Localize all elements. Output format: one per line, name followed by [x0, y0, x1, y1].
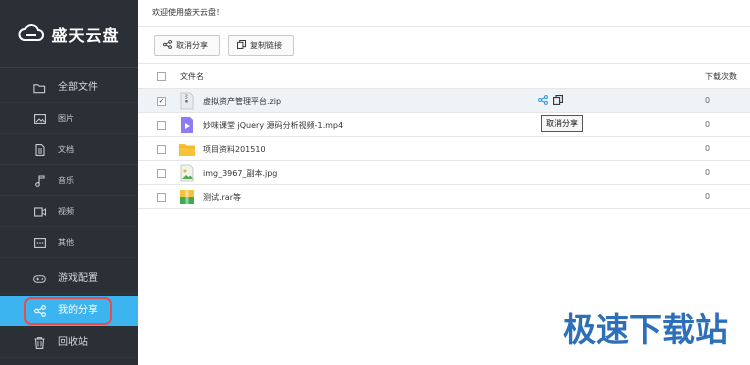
sidebar-item-label: 图片 [58, 114, 74, 123]
divider [138, 26, 750, 27]
video-icon [33, 206, 46, 218]
sidebar-item-label: 其他 [58, 238, 74, 247]
copy-link-button[interactable]: 复制链接 [228, 35, 294, 56]
watermark-logo: 极速下载站 [563, 310, 728, 349]
sidebar-item-label: 视频 [58, 207, 74, 216]
download-count: 0 [705, 120, 711, 129]
welcome-text: 欢迎使用盛天云盘！ [152, 8, 224, 17]
copy-link-label: 复制链接 [250, 41, 282, 50]
sidebar-item-all-files[interactable]: 全部文件 [0, 73, 138, 103]
highlight-outline [24, 297, 112, 325]
table-row[interactable]: img_3967_副本.jpg 0 [138, 161, 750, 185]
gamepad-icon [33, 273, 46, 285]
sidebar-item-label: 全部文件 [58, 82, 98, 93]
file-name[interactable]: 虚拟资产管理平台.zip [203, 96, 281, 107]
sidebar-item-other[interactable]: 其他 [0, 228, 138, 258]
image-icon [33, 113, 46, 125]
download-count: 0 [705, 168, 711, 177]
row-checkbox[interactable] [157, 145, 166, 154]
table-row[interactable]: 项目资料201510 0 [138, 137, 750, 161]
sidebar-item-label: 文档 [58, 145, 74, 154]
sidebar-item-music[interactable]: 音乐 [0, 166, 138, 196]
download-count: 0 [705, 96, 711, 105]
cloud-icon [18, 23, 45, 44]
copy-icon [237, 40, 246, 51]
document-icon [33, 144, 46, 156]
table-row[interactable]: ✓ 虚拟资产管理平台.zip 0 [138, 89, 750, 113]
row-checkbox[interactable] [157, 169, 166, 178]
sidebar-item-label: 音乐 [58, 176, 74, 185]
row-checkbox[interactable]: ✓ [157, 97, 166, 106]
file-name[interactable]: img_3967_副本.jpg [203, 168, 277, 179]
share-icon[interactable] [538, 95, 548, 107]
table-header: 文件名 下载次数 [138, 64, 750, 88]
image-file-icon [178, 164, 196, 182]
column-header-name: 文件名 [180, 72, 204, 81]
app-logo: 盛天云盘 [0, 0, 138, 68]
sidebar-item-label: 游戏配置 [58, 273, 98, 284]
table-row[interactable]: 测试.rar等 0 [138, 185, 750, 209]
row-checkbox[interactable] [157, 121, 166, 130]
sidebar-item-game-config[interactable]: 游戏配置 [0, 264, 138, 294]
tooltip: 取消分享 [541, 115, 583, 132]
sidebar-item-label: 回收站 [58, 337, 88, 348]
column-header-downloads: 下载次数 [705, 72, 737, 81]
cancel-share-label: 取消分享 [176, 41, 208, 50]
download-count: 0 [705, 144, 711, 153]
select-all-checkbox[interactable] [157, 72, 166, 81]
cancel-share-button[interactable]: 取消分享 [154, 35, 220, 56]
zip-file-icon [178, 92, 196, 110]
copy-icon[interactable] [553, 95, 563, 107]
file-name[interactable]: 测试.rar等 [203, 192, 241, 203]
trash-icon [33, 337, 46, 349]
folder-icon [33, 82, 46, 94]
row-checkbox[interactable] [157, 193, 166, 202]
row-actions [538, 95, 563, 107]
file-name[interactable]: 项目资料201510 [203, 144, 266, 155]
other-icon [33, 237, 46, 249]
sidebar-item-videos[interactable]: 视频 [0, 197, 138, 227]
sidebar-item-images[interactable]: 图片 [0, 104, 138, 134]
file-name[interactable]: 妙味课堂 jQuery 源码分析视频-1.mp4 [203, 120, 343, 131]
table-row[interactable]: 妙味课堂 jQuery 源码分析视频-1.mp4 0 [138, 113, 750, 137]
logo-text: 盛天云盘 [51, 25, 120, 45]
folder-icon [178, 140, 196, 158]
sidebar-item-recycle-bin[interactable]: 回收站 [0, 328, 138, 358]
share-icon [163, 40, 172, 51]
sidebar-item-documents[interactable]: 文档 [0, 135, 138, 165]
video-file-icon [178, 116, 196, 134]
archive-file-icon [178, 188, 196, 206]
download-count: 0 [705, 192, 711, 201]
sidebar: 盛天云盘 全部文件 图片 文档 音乐 视频 其他 游戏配置 我的分享 回收站 [0, 0, 138, 365]
music-icon [33, 175, 46, 187]
